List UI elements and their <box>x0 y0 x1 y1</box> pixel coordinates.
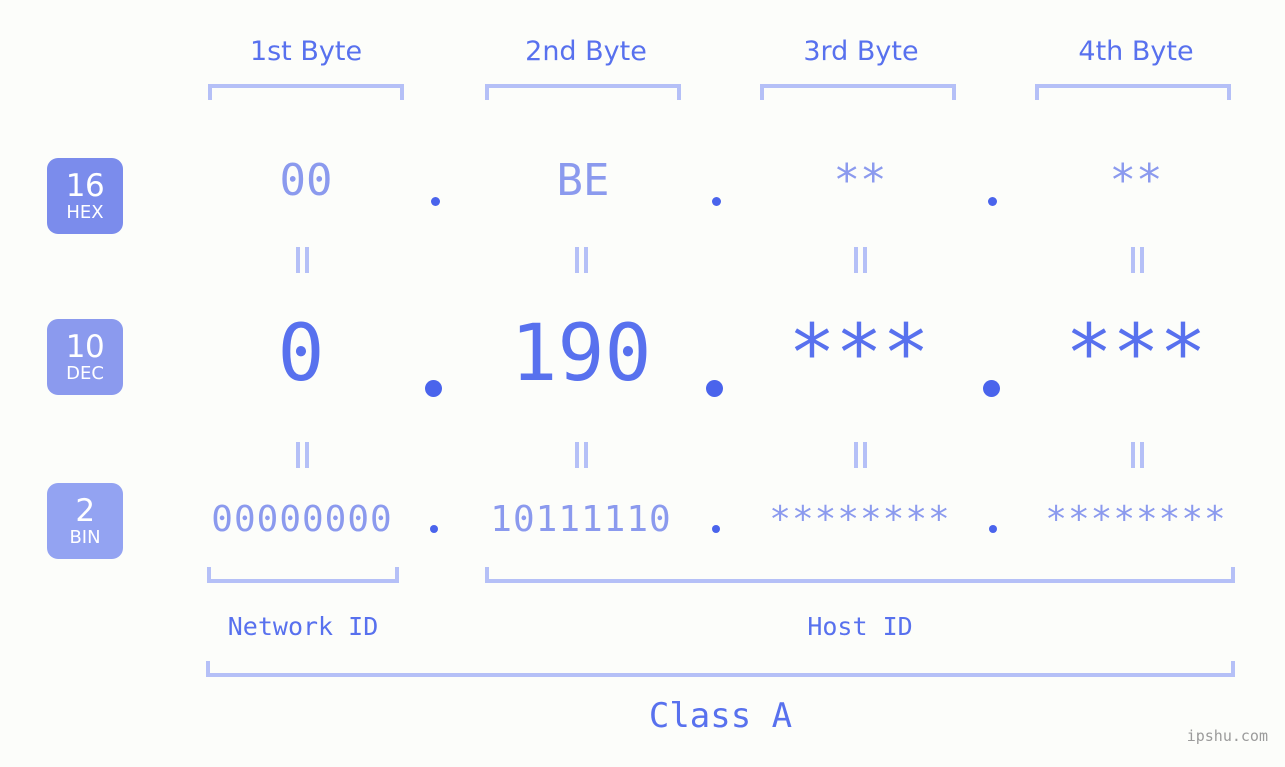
base-badge-bin: 2 BIN <box>47 483 123 559</box>
base-badge-dec-name: DEC <box>66 363 104 384</box>
hex-byte-3: ** <box>833 155 887 206</box>
hex-byte-1: 00 <box>279 155 333 206</box>
base-badge-hex-number: 16 <box>65 168 105 204</box>
class-bracket <box>206 661 1235 677</box>
equals-mark-hex-dec-3 <box>850 247 870 273</box>
equals-mark-dec-bin-2 <box>571 442 591 468</box>
base-badge-bin-number: 2 <box>75 493 95 529</box>
bin-byte-4: ******** <box>1045 499 1227 540</box>
dec-separator-dot-1 <box>425 380 442 397</box>
dec-byte-2: 190 <box>510 309 652 399</box>
dec-separator-dot-3 <box>983 380 1000 397</box>
site-watermark: ipshu.com <box>1186 727 1268 745</box>
dec-byte-1: 0 <box>277 309 325 399</box>
ip-address-breakdown-diagram: 1st Byte 2nd Byte 3rd Byte 4th Byte 16 H… <box>0 0 1285 767</box>
byte-bracket-top-3 <box>760 84 956 100</box>
base-badge-hex-name: HEX <box>66 202 104 223</box>
hex-byte-4: ** <box>1109 155 1163 206</box>
byte-header-label-1: 1st Byte <box>249 36 363 67</box>
equals-mark-hex-dec-1 <box>292 247 312 273</box>
equals-mark-hex-dec-4 <box>1127 247 1147 273</box>
equals-mark-dec-bin-4 <box>1127 442 1147 468</box>
hex-byte-2: BE <box>556 155 610 206</box>
hex-separator-dot-2 <box>712 197 721 206</box>
host-id-label: Host ID <box>807 612 913 641</box>
byte-header-label-4: 4th Byte <box>1078 36 1194 67</box>
network-id-label: Network ID <box>227 612 379 641</box>
equals-mark-hex-dec-2 <box>571 247 591 273</box>
base-badge-dec-number: 10 <box>65 329 105 365</box>
bin-byte-1: 00000000 <box>211 499 393 540</box>
base-badge-bin-name: BIN <box>69 527 101 548</box>
byte-bracket-top-4 <box>1035 84 1231 100</box>
base-badge-hex: 16 HEX <box>47 158 123 234</box>
bin-separator-dot-3 <box>989 525 997 533</box>
dec-separator-dot-2 <box>706 380 723 397</box>
byte-header-label-3: 3rd Byte <box>803 36 919 67</box>
dec-byte-4: *** <box>1065 309 1207 399</box>
bin-separator-dot-2 <box>712 525 720 533</box>
equals-mark-dec-bin-3 <box>850 442 870 468</box>
network-id-bracket <box>207 567 399 583</box>
hex-separator-dot-3 <box>988 197 997 206</box>
base-badge-dec: 10 DEC <box>47 319 123 395</box>
hex-separator-dot-1 <box>431 197 440 206</box>
host-id-bracket <box>485 567 1235 583</box>
byte-bracket-top-2 <box>485 84 681 100</box>
dec-byte-3: *** <box>788 309 930 399</box>
byte-bracket-top-1 <box>208 84 404 100</box>
bin-byte-3: ******** <box>769 499 951 540</box>
class-label: Class A <box>648 696 793 736</box>
bin-separator-dot-1 <box>430 525 438 533</box>
equals-mark-dec-bin-1 <box>292 442 312 468</box>
byte-header-label-2: 2nd Byte <box>525 36 647 67</box>
bin-byte-2: 10111110 <box>490 499 672 540</box>
